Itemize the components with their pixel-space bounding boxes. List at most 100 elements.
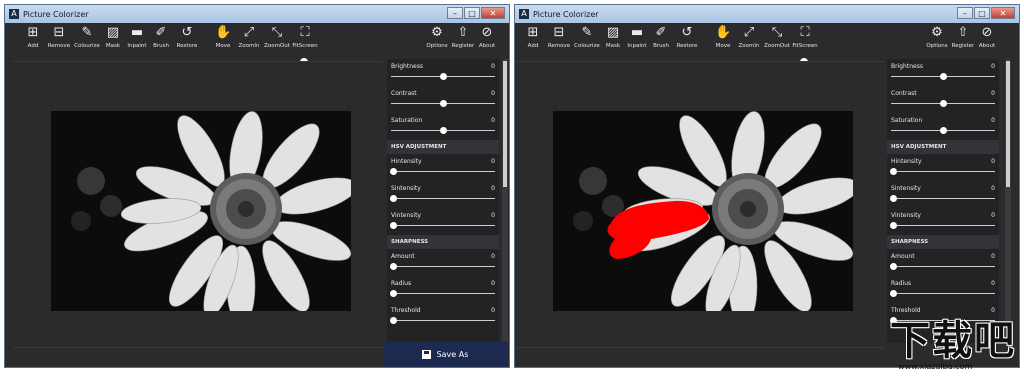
- hintensity-knob[interactable]: [390, 168, 397, 175]
- radius-slider[interactable]: [390, 290, 495, 297]
- radius-knob[interactable]: [890, 290, 897, 297]
- contrast-label: Contrast: [391, 90, 417, 97]
- hintensity-slider[interactable]: [890, 168, 995, 175]
- save-as-label: Save As: [436, 349, 469, 359]
- radius-knob[interactable]: [390, 290, 397, 297]
- about-icon: ⊘: [481, 25, 493, 40]
- brightness-slider[interactable]: [891, 73, 995, 80]
- zoomout-icon: ⤡: [771, 25, 783, 40]
- toolbar: ⊞ Add ⊟ Remove ✎ Colourize ▨ Mask ▬ Inpaint ✐…: [515, 23, 1019, 57]
- window-title: Picture Colorizer: [533, 9, 599, 19]
- amount-row: Amount 0: [387, 249, 499, 276]
- flower-photo[interactable]: [51, 111, 351, 311]
- app-window-left: A Picture Colorizer – □ ✕ ⊞ Add ⊟ Remove ✎…: [4, 4, 510, 368]
- hintensity-slider[interactable]: [390, 168, 495, 175]
- radius-row: Radius 0: [887, 276, 999, 303]
- sintensity-label: Sintensity: [891, 185, 921, 192]
- panel-scrollbar[interactable]: [502, 59, 508, 343]
- brightness-knob[interactable]: [440, 73, 447, 80]
- image-canvas[interactable]: [515, 61, 885, 361]
- hsv-section-header: HSV ADJUSTMENT: [887, 140, 999, 154]
- threshold-slider[interactable]: [390, 317, 495, 324]
- threshold-value: 0: [491, 307, 495, 314]
- amount-slider[interactable]: [390, 263, 495, 270]
- radius-label: Radius: [891, 280, 912, 287]
- scroll-thumb[interactable]: [503, 61, 507, 187]
- tool-label: Restore: [676, 43, 698, 49]
- sintensity-slider[interactable]: [890, 195, 995, 202]
- saturation-label: Saturation: [891, 117, 923, 124]
- close-button[interactable]: ✕: [481, 7, 505, 19]
- tool-fitscreen-button[interactable]: ⛶ FitScreen: [289, 25, 321, 49]
- sintensity-row: Sintensity 0: [887, 181, 999, 208]
- inpaint-icon: ▬: [630, 25, 644, 40]
- save-as-button[interactable]: Save As: [383, 341, 507, 367]
- saturation-knob[interactable]: [440, 127, 447, 134]
- hintensity-knob[interactable]: [890, 168, 897, 175]
- title-bar: A Picture Colorizer – □ ✕: [5, 5, 509, 23]
- amount-slider[interactable]: [890, 263, 995, 270]
- restore-icon: ↺: [681, 25, 693, 40]
- watermark-text: 下载吧: [890, 318, 1016, 364]
- sintensity-knob[interactable]: [390, 195, 397, 202]
- vintensity-knob[interactable]: [390, 222, 397, 229]
- hand-icon: ✋: [715, 25, 732, 40]
- saturation-slider[interactable]: [891, 127, 995, 134]
- maximize-button[interactable]: □: [974, 7, 990, 19]
- contrast-knob[interactable]: [940, 100, 947, 107]
- app-window-right: A Picture Colorizer – □ ✕ ⊞ Add ⊟ Remove ✎…: [514, 4, 1020, 368]
- radius-value: 0: [991, 280, 995, 287]
- threshold-knob[interactable]: [390, 317, 397, 324]
- amount-value: 0: [991, 253, 995, 260]
- minimize-button[interactable]: –: [957, 7, 973, 19]
- brush-icon: ✐: [655, 25, 667, 40]
- radius-slider[interactable]: [890, 290, 995, 297]
- vintensity-label: Vintensity: [891, 212, 921, 219]
- vintensity-knob[interactable]: [890, 222, 897, 229]
- contrast-slider[interactable]: [391, 100, 495, 107]
- tool-restore-button[interactable]: ↺ Restore: [671, 25, 703, 49]
- tool-about-button[interactable]: ⊘ About: [471, 25, 503, 49]
- vintensity-slider[interactable]: [390, 222, 495, 229]
- tool-label: FitScreen: [292, 43, 318, 49]
- threshold-row: Threshold 0: [387, 303, 499, 330]
- vintensity-slider[interactable]: [890, 222, 995, 229]
- fitscreen-icon: ⛶: [300, 25, 310, 40]
- close-button[interactable]: ✕: [991, 7, 1015, 19]
- contrast-slider[interactable]: [891, 100, 995, 107]
- flower-photo[interactable]: [553, 111, 853, 311]
- amount-row: Amount 0: [887, 249, 999, 276]
- brightness-slider[interactable]: [391, 73, 495, 80]
- saturation-row: Saturation 0: [387, 113, 499, 140]
- saturation-slider[interactable]: [391, 127, 495, 134]
- minimize-button[interactable]: –: [447, 7, 463, 19]
- contrast-knob[interactable]: [440, 100, 447, 107]
- saturation-knob[interactable]: [940, 127, 947, 134]
- sintensity-slider[interactable]: [390, 195, 495, 202]
- sintensity-knob[interactable]: [890, 195, 897, 202]
- amount-label: Amount: [891, 253, 915, 260]
- sharpness-section-header: SHARPNESS: [387, 235, 499, 249]
- inpaint-icon: ▬: [130, 25, 144, 40]
- image-canvas[interactable]: [13, 61, 383, 361]
- app-logo-icon: A: [9, 9, 19, 19]
- tool-about-button[interactable]: ⊘ About: [971, 25, 1003, 49]
- tool-fitscreen-button[interactable]: ⛶ FitScreen: [789, 25, 821, 49]
- panel-scrollbar[interactable]: [1005, 59, 1011, 343]
- radius-label: Radius: [391, 280, 412, 287]
- brightness-knob[interactable]: [940, 73, 947, 80]
- window-title: Picture Colorizer: [23, 9, 89, 19]
- threshold-label: Threshold: [891, 307, 921, 314]
- tool-label: FitScreen: [792, 43, 818, 49]
- sintensity-value: 0: [491, 185, 495, 192]
- adjustments-panel: Brightness 0 Contrast 0 Saturation 0 HSV AD…: [387, 59, 499, 343]
- sintensity-value: 0: [991, 185, 995, 192]
- scroll-thumb[interactable]: [1006, 61, 1010, 187]
- vintensity-value: 0: [991, 212, 995, 219]
- tool-restore-button[interactable]: ↺ Restore: [171, 25, 203, 49]
- amount-knob[interactable]: [390, 263, 397, 270]
- amount-knob[interactable]: [890, 263, 897, 270]
- gear-icon: ⚙: [431, 25, 443, 40]
- maximize-button[interactable]: □: [464, 7, 480, 19]
- saturation-value: 0: [491, 117, 495, 124]
